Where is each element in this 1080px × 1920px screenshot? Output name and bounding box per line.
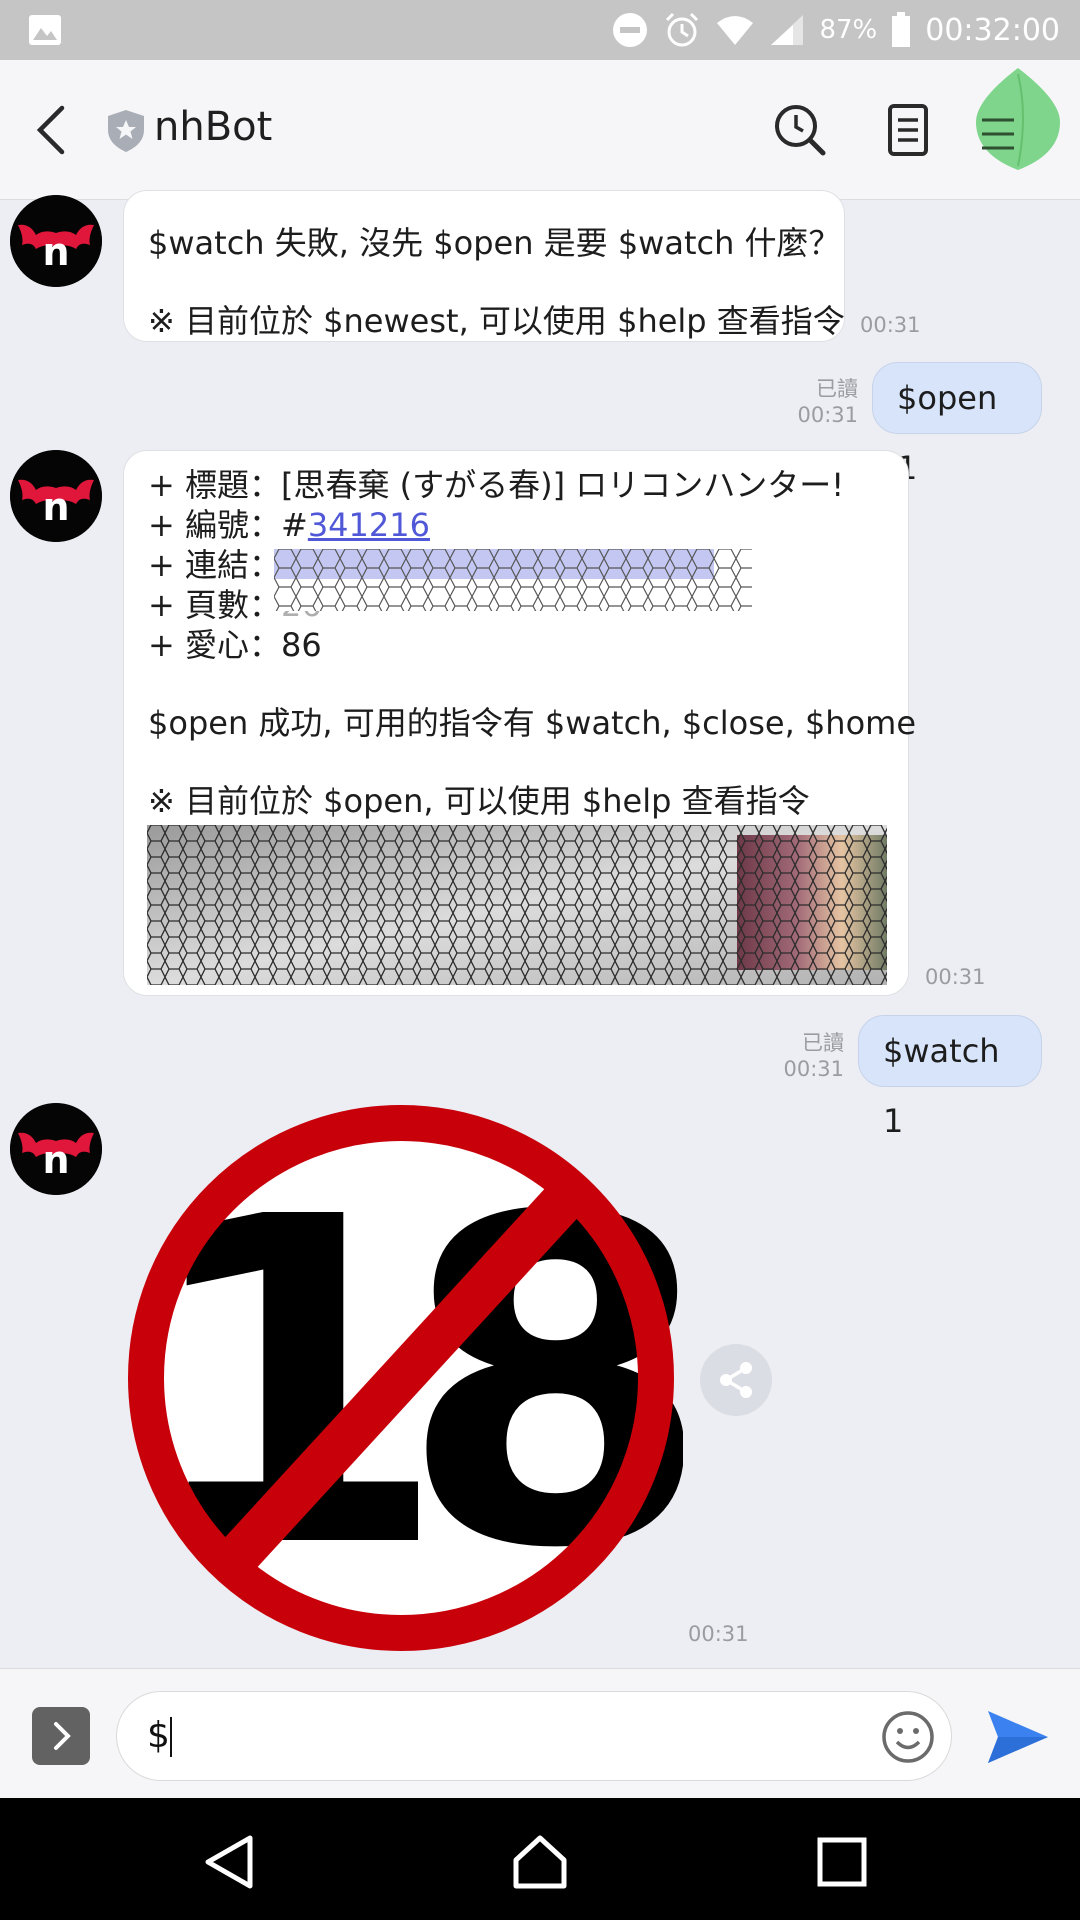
gallery-cover-preview[interactable] bbox=[147, 825, 887, 985]
chevron-right-icon bbox=[54, 1722, 71, 1750]
read-receipt: 已讀 00:31 bbox=[776, 1030, 844, 1082]
outgoing-message-bubble: $watch 1 bbox=[858, 1015, 1042, 1140]
read-label: 已讀 bbox=[816, 377, 858, 401]
message-input-value: $ bbox=[147, 1715, 170, 1756]
message-input[interactable]: $ bbox=[116, 1691, 952, 1781]
message-time: 00:31 bbox=[688, 1622, 749, 1646]
read-label: 已讀 bbox=[802, 1031, 844, 1055]
gallery-pages-label: + 頁數： bbox=[148, 586, 281, 624]
nav-back-icon[interactable] bbox=[200, 1832, 260, 1892]
outgoing-message-bubble: $open 1 bbox=[872, 362, 1042, 487]
share-button[interactable] bbox=[700, 1344, 772, 1416]
signal-icon bbox=[771, 15, 804, 45]
gallery-link-label: + 連結： bbox=[148, 546, 281, 584]
message-line: $watch 失敗, 沒先 $open 是要 $watch 什麼？ bbox=[148, 224, 841, 262]
do-not-disturb-icon bbox=[613, 13, 648, 47]
menu-leaf-icon[interactable] bbox=[970, 66, 1066, 172]
svg-text:n: n bbox=[42, 230, 69, 274]
no-under-18-sticker[interactable]: 18 bbox=[123, 1100, 683, 1656]
gallery-id-label: + 編號：# bbox=[148, 506, 308, 544]
gallery-notification-icon bbox=[29, 15, 61, 45]
svg-text:n: n bbox=[42, 485, 69, 529]
search-clock-icon[interactable] bbox=[770, 100, 830, 160]
wifi-icon bbox=[717, 16, 754, 45]
bot-avatar[interactable]: n bbox=[10, 450, 102, 542]
official-shield-icon bbox=[108, 110, 144, 152]
open-status-line: $open 成功, 可用的指令有 $watch, $close, $home bbox=[148, 704, 917, 742]
message-time: 00:31 bbox=[860, 313, 921, 337]
status-bar: 87% 00:32:00 bbox=[0, 0, 1080, 60]
location-line: ※ 目前位於 $open, 可以使用 $help 查看指令 bbox=[148, 782, 810, 820]
bot-avatar[interactable]: n bbox=[10, 1103, 102, 1195]
expand-menu-button[interactable] bbox=[32, 1707, 90, 1765]
message-time: 00:31 bbox=[783, 1057, 844, 1081]
gallery-id-line: + 編號：#341216 bbox=[148, 505, 884, 545]
redacted-link-mosaic[interactable] bbox=[274, 549, 752, 611]
send-icon[interactable] bbox=[986, 1707, 1050, 1767]
message-time: 00:31 bbox=[925, 965, 986, 989]
message-line: ※ 目前位於 $newest, 可以使用 $help 查看指令 bbox=[148, 302, 845, 340]
text-cursor bbox=[169, 1717, 172, 1757]
chat-title: nhBot bbox=[154, 104, 273, 150]
bot-avatar[interactable]: n bbox=[10, 195, 102, 287]
note-icon[interactable] bbox=[878, 100, 938, 160]
message-time: 00:31 bbox=[797, 403, 858, 427]
svg-text:n: n bbox=[42, 1138, 69, 1182]
gallery-title-line: + 標題：[思春棄 (すがる春)] ロリコンハンター! bbox=[148, 466, 845, 504]
system-nav-bar bbox=[0, 1798, 1080, 1920]
gallery-likes-line: + 愛心：86 bbox=[148, 626, 322, 664]
status-time: 00:32:00 bbox=[925, 12, 1060, 48]
gallery-id-link[interactable]: 341216 bbox=[308, 506, 430, 544]
battery-percent: 87% bbox=[819, 15, 878, 45]
nav-recents-icon[interactable] bbox=[812, 1832, 872, 1892]
incoming-message-bubble: $watch 失敗, 沒先 $open 是要 $watch 什麼？ ※ 目前位於… bbox=[123, 190, 845, 342]
share-icon bbox=[720, 1362, 752, 1398]
nav-home-icon[interactable] bbox=[510, 1832, 570, 1892]
alarm-icon bbox=[666, 12, 699, 47]
chat-header: nhBot bbox=[0, 60, 1080, 200]
message-input-bar: $ bbox=[0, 1668, 1080, 1798]
read-receipt: 已讀 00:31 bbox=[790, 376, 858, 428]
emoji-icon[interactable] bbox=[880, 1709, 936, 1765]
back-arrow-icon[interactable] bbox=[28, 102, 78, 158]
battery-icon bbox=[892, 12, 911, 47]
